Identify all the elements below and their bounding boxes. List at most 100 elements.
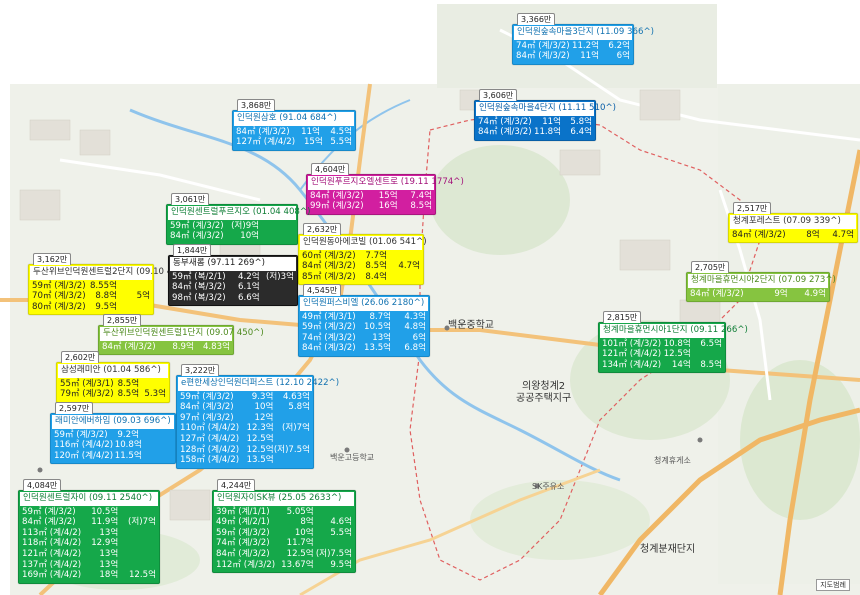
callout-row: 84㎡ (계/3/2) 11억 4.5억 xyxy=(236,127,352,138)
callout-rows: 49㎡ (계/3/1) 8.7억 4.3억 59㎡ (계/3/2) 10.5억 4.8억 7… xyxy=(299,312,429,356)
jeonse-price xyxy=(118,538,156,549)
callout-title[interactable]: 인덕원숲속마을3단지 (11.09 366^) xyxy=(514,26,654,40)
sale-price: 10.8억 xyxy=(663,338,691,349)
callout-title[interactable]: 인덕원퍼스비엘 (26.06 2180^) xyxy=(300,297,428,311)
unit-size: 127㎡ (계/4/2) xyxy=(180,433,240,444)
callout-title[interactable]: 청계마을휴먼시아1단지 (09.11 266^) xyxy=(600,324,748,338)
callout-title[interactable]: 인덕원푸르지오엘센트로 (19.11 1774^) xyxy=(308,176,464,190)
callout-row: 85㎡ (계/3/2) 8.4억 xyxy=(302,272,420,283)
callout-c3868[interactable]: 3,868만 인덕원삼호 (91.04 684^) 84㎡ (계/3/2) 11억 4.… xyxy=(232,99,356,151)
map-label-school: 백운중학교 xyxy=(448,320,494,331)
callout-row: 99㎡ (계/3/2) 16억 8.5억 xyxy=(310,201,432,212)
callout-title[interactable]: 삼성래미안 (01.04 586^) xyxy=(58,364,168,378)
callout-title[interactable]: 청계포레스트 (07.09 339^) xyxy=(730,215,856,229)
unit-size: 39㎡ (계/1/1) xyxy=(216,506,270,517)
sale-price: 9.3억 xyxy=(251,391,274,402)
jeonse-price: 6.5억 xyxy=(700,338,722,349)
callout-c2602[interactable]: 2,602만 삼성래미안 (01.04 586^) 55㎡ (계/3/1) 8.5억 7… xyxy=(56,351,170,403)
callout-c2855[interactable]: 2,855만 두산위브인덕원센트럴1단지 (09.07 450^) 84㎡ (계/3… xyxy=(98,314,264,356)
map-legend-button[interactable]: 지도범례 xyxy=(816,579,850,591)
sale-price: 8억 xyxy=(806,229,820,240)
callout-rows: 84㎡ (계/3/2) 9억 4.9억 xyxy=(687,289,829,302)
unit-size: 74㎡ (계/3/2) xyxy=(478,116,532,127)
callout-c2815[interactable]: 2,815만 청계마을휴먼시아1단지 (09.11 266^) 101㎡ (계/3/… xyxy=(598,311,748,374)
unit-size: 99㎡ (계/3/2) xyxy=(310,201,364,212)
jeonse-price xyxy=(387,251,420,262)
callout-c4084[interactable]: 4,084만 인덕원센트럴자이 (09.11 2540^) 59㎡ (계/3/2) 1… xyxy=(18,479,160,584)
jeonse-price: 5.8억 xyxy=(570,116,592,127)
callout-title[interactable]: 동부새롬 (97.11 269^) xyxy=(170,257,296,271)
callout-row: 158㎡ (계/4/2) 13.5억 xyxy=(180,455,310,466)
sale-price: 11.7억 xyxy=(286,538,314,549)
jeonse-price: 6억 xyxy=(412,332,426,343)
callout-title[interactable]: 인덕원삼호 (91.04 684^) xyxy=(234,112,354,126)
callout-rows: 84㎡ (계/3/2) 15억 7.4억 99㎡ (계/3/2) 16억 8.5억 xyxy=(307,191,435,214)
callout-rows: 74㎡ (계/3/2) 11억 5.8억 84㎡ (계/3/2) 11.8억 6.4억 xyxy=(475,117,595,140)
callout-rows: 59㎡ (계/3/2) 9.2억 116㎡ (계/4/2) 10.8억 120㎡ (계/… xyxy=(51,430,175,464)
sale-price: 12.5억 xyxy=(663,349,691,360)
jeonse-price xyxy=(259,221,294,232)
sale-price: 6.6억 xyxy=(238,292,260,303)
unit-size: 121㎡ (계/4/2) xyxy=(22,548,82,559)
unit-size: 137㎡ (계/4/2) xyxy=(22,559,82,570)
callout-row: 137㎡ (계/4/2) 13억 xyxy=(22,560,156,571)
callout-c3162[interactable]: 3,162만 두산위브인덕원센트럴2단지 (09.10 447^) 59㎡ (계/3… xyxy=(28,253,194,316)
jeonse-price xyxy=(117,302,150,313)
callout-c1844[interactable]: 1,844만 동부새롬 (97.11 269^) 59㎡ (복/2/1) 4.2억 (저… xyxy=(168,244,298,307)
callout-title[interactable]: 인덕원센트럴자이 (09.11 2540^) xyxy=(20,492,158,506)
callout-title[interactable]: 두산위브인덕원센트럴2단지 (09.10 447^) xyxy=(30,266,194,280)
callout-title[interactable]: 두산위브인덕원센트럴1단지 (09.07 450^) xyxy=(100,327,264,341)
callout-title[interactable]: 인덕원동아에코빌 (01.06 541^) xyxy=(300,236,427,250)
unit-size: 84㎡ (계/3/2) xyxy=(170,231,224,242)
callout-price-per-pyeong: 2,632만 xyxy=(303,223,342,235)
sale-price: 11.9억 xyxy=(91,517,119,528)
sale-price: 12.3억 xyxy=(246,423,274,434)
callout-c2597[interactable]: 2,597만 래미안에버하임 (09.03 696^) 59㎡ (계/3/2) 9.2… xyxy=(50,402,176,465)
jeonse-price: 12.5억 xyxy=(128,570,156,581)
callout-price-per-pyeong: 2,705만 xyxy=(691,261,730,273)
callout-title[interactable]: e편한세상인덕원더퍼스트 (12.10 2422^) xyxy=(178,377,339,391)
sale-price: 8.5억 xyxy=(117,389,140,400)
callout-c4545[interactable]: 4,545만 인덕원퍼스비엘 (26.06 2180^) 49㎡ (계/3/1) 8.… xyxy=(298,284,430,357)
callout-rows: 84㎡ (계/3/2) 11억 4.5억 127㎡ (계/4/2) 15억 5.5억 xyxy=(233,127,355,150)
callout-title[interactable]: 인덕원숲속마을4단지 (11.11 510^) xyxy=(476,102,616,116)
callout-row: 49㎡ (계/3/1) 8.7억 4.3억 xyxy=(302,312,426,323)
sale-price: 8억 xyxy=(300,517,314,528)
callout-c3366[interactable]: 3,366만 인덕원숲속마을3단지 (11.09 366^) 74㎡ (계/3/2)… xyxy=(512,13,654,65)
callout-title[interactable]: 인덕원자이SK뷰 (25.05 2633^) xyxy=(214,492,354,506)
callout-c3222[interactable]: 3,222만 e편한세상인덕원더퍼스트 (12.10 2422^) 59㎡ (계/3… xyxy=(176,364,339,469)
callout-title[interactable]: 청계마을휴먼시아2단지 (07.09 273^) xyxy=(688,274,836,288)
unit-size: 97㎡ (계/3/2) xyxy=(180,412,234,423)
unit-size: 70㎡ (계/3/2) xyxy=(32,291,86,302)
sale-price: 7.7억 xyxy=(365,250,387,261)
callout-c3061[interactable]: 3,061만 인덕원센트럴푸르지오 (01.04 408^) 59㎡ (계/3/2)… xyxy=(166,193,310,245)
callout-c4604[interactable]: 4,604만 인덕원푸르지오엘센트로 (19.11 1774^) 84㎡ (계/3/… xyxy=(306,163,464,215)
callout-c2705[interactable]: 2,705만 청계마을휴먼시아2단지 (07.09 273^) 84㎡ (계/3/2… xyxy=(686,261,836,303)
callout-c3606[interactable]: 3,606만 인덕원숲속마을4단지 (11.11 510^) 74㎡ (계/3/2)… xyxy=(474,89,616,141)
callout-row: 84㎡ (계/3/2) 10억 5.8억 xyxy=(180,402,310,413)
callout-row: 84㎡ (계/3/2) 11.9억 (저)7억 xyxy=(22,517,156,528)
sale-price: 10.8억 xyxy=(114,440,142,451)
unit-size: 84㎡ (복/3/2) xyxy=(172,282,226,293)
callout-row: 59㎡ (계/3/2) 8.55억 xyxy=(32,281,150,292)
callout-row: 134㎡ (계/4/2) 14억 8.5억 xyxy=(602,360,722,371)
unit-size: 120㎡ (계/4/2) xyxy=(54,450,114,461)
callout-c2517[interactable]: 2,517만 청계포레스트 (07.09 339^) 84㎡ (계/3/2) 8억 4.… xyxy=(728,202,858,244)
callout-row: 74㎡ (계/3/2) 11.2억 6.2억 xyxy=(516,41,630,52)
callout-c2632[interactable]: 2,632만 인덕원동아에코빌 (01.06 541^) 60㎡ (계/3/2) 7.… xyxy=(298,223,427,286)
callout-price-per-pyeong: 2,815만 xyxy=(603,311,642,323)
callout-title[interactable]: 래미안에버하임 (09.03 696^) xyxy=(52,415,174,429)
callout-row: 74㎡ (계/3/2) 13억 6억 xyxy=(302,333,426,344)
callout-rows: 59㎡ (복/2/1) 4.2억 (저)3억 84㎡ (복/3/2) 6.1억 98㎡ (… xyxy=(169,272,297,306)
callout-c4244[interactable]: 4,244만 인덕원자이SK뷰 (25.05 2633^) 39㎡ (계/1/1) 5… xyxy=(212,479,356,574)
jeonse-price: 6억 xyxy=(616,51,630,62)
jeonse-price xyxy=(274,434,310,445)
unit-size: 118㎡ (계/4/2) xyxy=(22,538,82,549)
callout-title[interactable]: 인덕원센트럴푸르지오 (01.04 408^) xyxy=(168,206,310,220)
callout-row: 101㎡ (계/3/2) 10.8억 6.5억 xyxy=(602,339,722,350)
sale-price: 14억 xyxy=(671,359,691,370)
sale-price: 8.9억 xyxy=(172,341,194,352)
jeonse-price xyxy=(139,379,166,390)
callout-row: 84㎡ (계/3/2) 8억 4.7억 xyxy=(732,230,854,241)
sale-price: 13억 xyxy=(99,559,119,570)
